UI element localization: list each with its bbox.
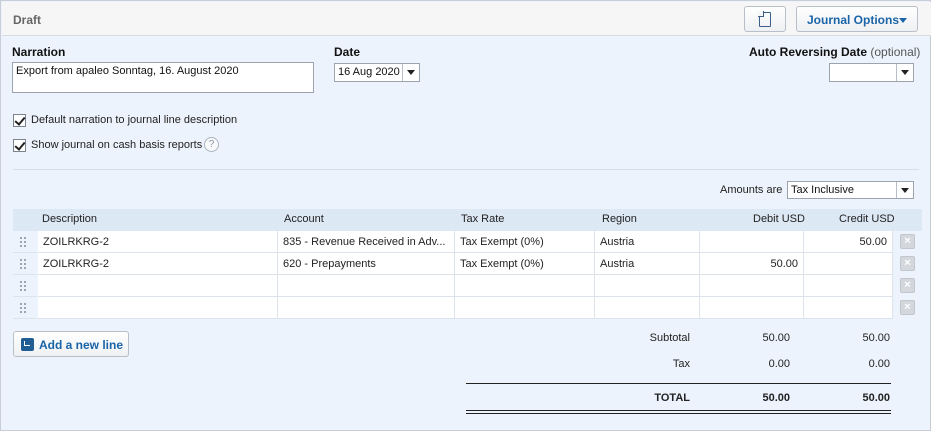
table-row: × xyxy=(13,275,921,297)
cell-account[interactable]: 835 - Revenue Received in Adv... xyxy=(278,231,455,253)
journal-options-button[interactable]: Journal Options xyxy=(796,6,918,32)
cell-description[interactable] xyxy=(38,275,278,297)
drag-handle-icon[interactable] xyxy=(13,275,37,297)
default-narration-text: Default narration to journal line descri… xyxy=(31,114,238,126)
cell-credit[interactable]: 50.00 xyxy=(804,231,893,253)
table-row: × xyxy=(13,297,921,319)
optional-hint: (optional) xyxy=(870,45,921,59)
date-picker[interactable]: 16 Aug 2020 xyxy=(334,63,420,82)
total-top-rule xyxy=(466,383,891,384)
column-header-account: Account xyxy=(284,213,324,225)
auto-reversing-label-text: Auto Reversing Date xyxy=(749,45,868,59)
add-new-line-label: Add a new line xyxy=(39,338,124,352)
narration-input[interactable]: Export from apaleo Sonntag, 16. August 2… xyxy=(12,62,314,93)
total-credit: 50.00 xyxy=(862,392,890,404)
subtotal-credit: 50.00 xyxy=(862,332,890,344)
cell-credit[interactable] xyxy=(804,275,893,297)
cell-description[interactable] xyxy=(38,297,278,319)
cell-region[interactable]: Austria xyxy=(595,231,700,253)
cell-tax-rate[interactable] xyxy=(455,297,595,319)
auto-reversing-label: Auto Reversing Date (optional) xyxy=(749,45,920,59)
journal-form: Draft Journal Options Narration Export f… xyxy=(0,0,931,431)
column-header-credit: Credit USD xyxy=(839,213,895,225)
delete-row-icon[interactable]: × xyxy=(900,256,915,271)
chevron-down-icon xyxy=(899,18,907,23)
date-value: 16 Aug 2020 xyxy=(338,66,400,78)
cell-debit[interactable] xyxy=(700,297,804,319)
delete-row-icon[interactable]: × xyxy=(900,300,915,315)
chevron-down-icon[interactable] xyxy=(896,182,913,198)
status-label: Draft xyxy=(13,13,42,27)
table-header: Description Account Tax Rate Region Debi… xyxy=(13,209,922,231)
cell-region[interactable] xyxy=(595,297,700,319)
header-bar: Draft Journal Options xyxy=(2,2,931,36)
column-header-region: Region xyxy=(602,213,637,225)
date-label: Date xyxy=(334,45,361,59)
drag-handle-icon[interactable] xyxy=(13,231,37,253)
divider xyxy=(13,169,919,170)
drag-handle-icon[interactable] xyxy=(13,253,37,275)
column-header-debit: Debit USD xyxy=(753,213,805,225)
document-button[interactable] xyxy=(744,6,786,32)
cell-tax-rate[interactable] xyxy=(455,275,595,297)
chevron-down-icon[interactable] xyxy=(402,64,419,81)
total-double-rule xyxy=(466,410,891,414)
cell-tax-rate[interactable]: Tax Exempt (0%) xyxy=(455,231,595,253)
delete-row-icon[interactable]: × xyxy=(900,278,915,293)
document-icon xyxy=(758,11,771,27)
add-line-icon xyxy=(21,338,34,351)
total-debit: 50.00 xyxy=(762,392,790,404)
cell-account[interactable] xyxy=(278,297,455,319)
cell-description[interactable]: ZOILRKRG-2 xyxy=(38,231,278,253)
cell-debit[interactable] xyxy=(700,275,804,297)
cell-debit[interactable] xyxy=(700,231,804,253)
cell-debit[interactable]: 50.00 xyxy=(700,253,804,275)
cell-account[interactable]: 620 - Prepayments xyxy=(278,253,455,275)
table-row: ZOILRKRG-2 620 - Prepayments Tax Exempt (0… xyxy=(13,253,921,275)
amounts-are-label: Amounts are xyxy=(720,184,783,196)
tax-credit: 0.00 xyxy=(868,358,890,370)
chevron-down-icon[interactable] xyxy=(896,64,913,81)
cash-basis-text: Show journal on cash basis reports xyxy=(31,139,203,151)
auto-reversing-date-picker[interactable] xyxy=(829,63,914,82)
help-icon[interactable]: ? xyxy=(204,137,219,152)
cell-region[interactable] xyxy=(595,275,700,297)
drag-handle-icon[interactable] xyxy=(13,297,37,319)
cell-tax-rate[interactable]: Tax Exempt (0%) xyxy=(455,253,595,275)
default-narration-checkbox[interactable] xyxy=(13,114,26,127)
tax-debit: 0.00 xyxy=(768,358,790,370)
cell-description[interactable]: ZOILRKRG-2 xyxy=(38,253,278,275)
column-header-description: Description xyxy=(42,213,98,225)
journal-options-label: Journal Options xyxy=(807,13,900,27)
amounts-are-select[interactable]: Tax Inclusive xyxy=(787,181,914,199)
cell-account[interactable] xyxy=(278,275,455,297)
cell-credit[interactable] xyxy=(804,253,893,275)
delete-row-icon[interactable]: × xyxy=(900,234,915,249)
subtotal-debit: 50.00 xyxy=(762,332,790,344)
tax-label: Tax xyxy=(672,358,690,370)
total-label: TOTAL xyxy=(654,392,690,404)
table-row: ZOILRKRG-2 835 - Revenue Received in Adv.… xyxy=(13,231,921,253)
subtotal-label: Subtotal xyxy=(649,332,690,344)
add-new-line-button[interactable]: Add a new line xyxy=(13,331,129,357)
cash-basis-checkbox[interactable] xyxy=(13,139,26,152)
column-header-tax-rate: Tax Rate xyxy=(461,213,505,225)
cell-region[interactable]: Austria xyxy=(595,253,700,275)
narration-label: Narration xyxy=(12,45,66,59)
cell-credit[interactable] xyxy=(804,297,893,319)
amounts-are-value: Tax Inclusive xyxy=(791,184,854,196)
